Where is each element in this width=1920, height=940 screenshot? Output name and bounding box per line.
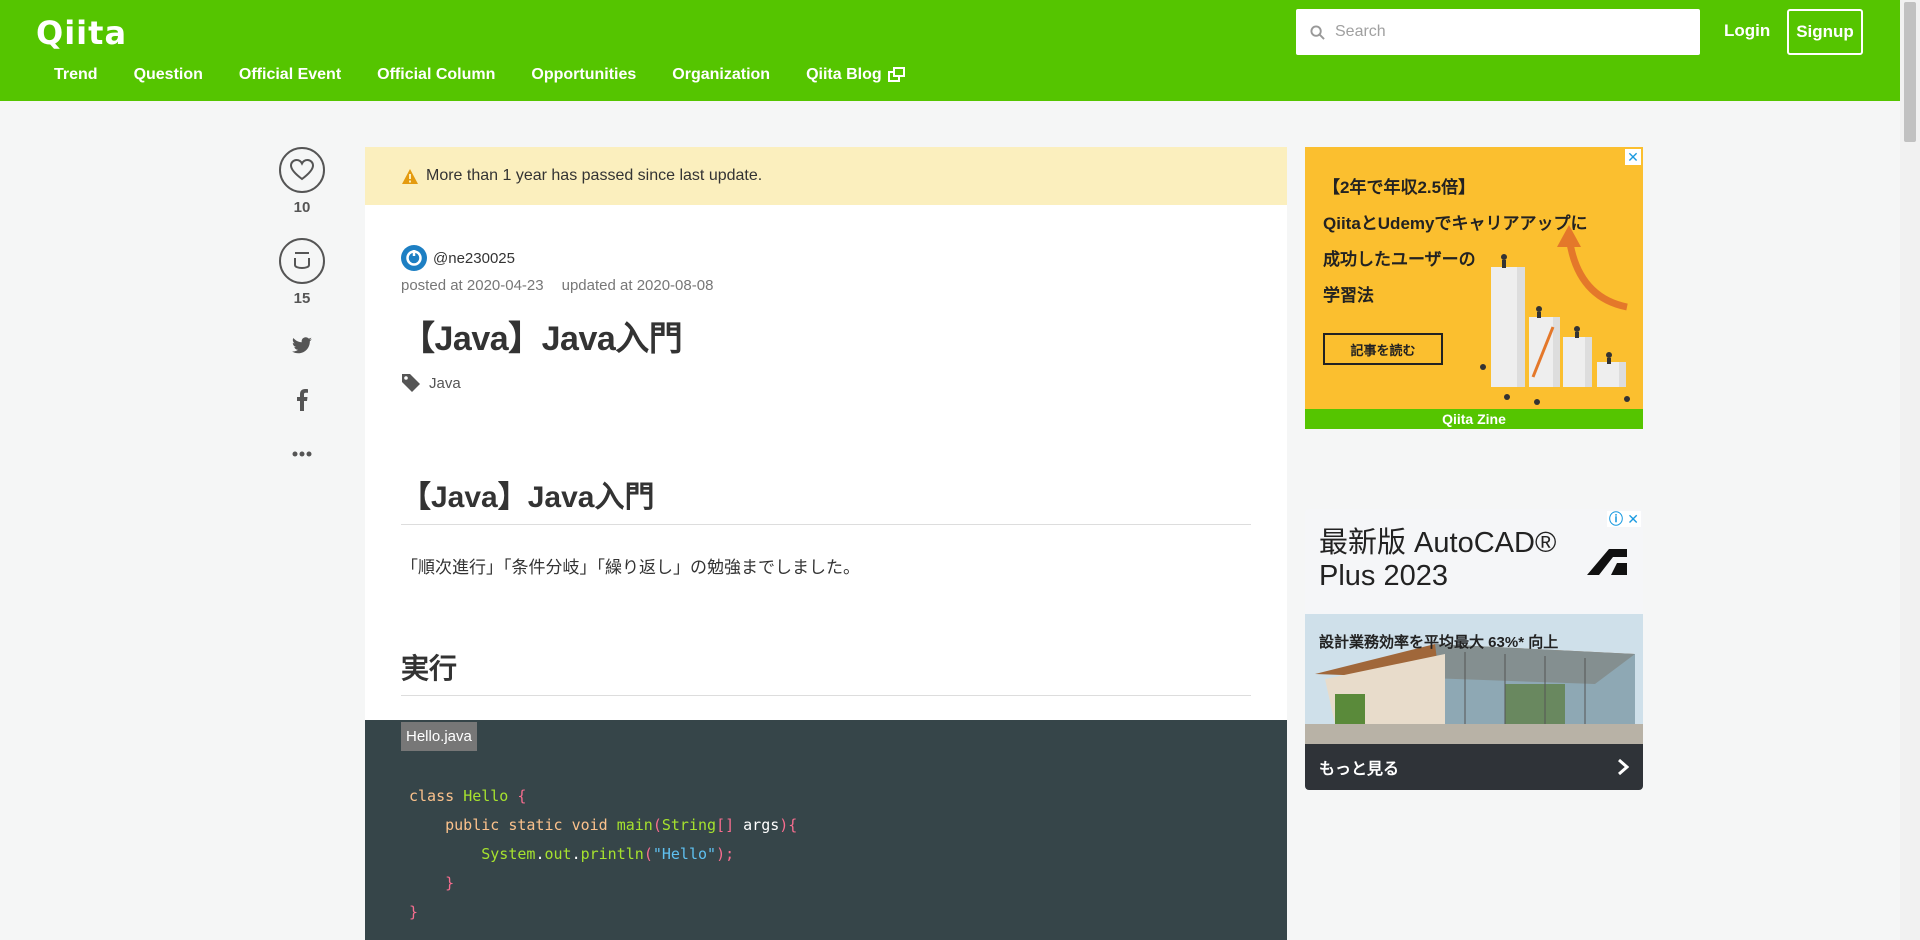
more-icon: [292, 451, 312, 457]
signup-button[interactable]: Signup: [1787, 9, 1863, 55]
code-content: class Hello { public static void main(St…: [409, 787, 798, 921]
tag-java[interactable]: Java: [429, 375, 461, 392]
tag-icon: [402, 374, 420, 392]
facebook-share[interactable]: [286, 384, 318, 416]
ad2-title-line1: 最新版 AutoCAD®: [1319, 527, 1557, 559]
ad1-read-button[interactable]: 記事を読む: [1323, 333, 1443, 365]
ad-close-icon[interactable]: ✕: [1625, 149, 1641, 165]
scrollbar-thumb[interactable]: [1904, 2, 1916, 142]
article-dates: posted at 2020-04-23 updated at 2020-08-0…: [401, 277, 713, 294]
ad1-line1: 【2年で年収2.5倍】: [1323, 178, 1476, 197]
code-filename: Hello.java: [401, 722, 477, 751]
search-input[interactable]: [1335, 23, 1675, 41]
autocad-ad[interactable]: 最新版 AutoCAD® Plus 2023 ⓘ ✕ 設計業務効率を平均最大 63…: [1305, 509, 1643, 790]
ad2-header: 最新版 AutoCAD® Plus 2023: [1305, 509, 1643, 614]
login-link[interactable]: Login: [1724, 21, 1770, 41]
qiita-zine-ad[interactable]: ✕ 【2年で年収2.5倍】 QiitaとUdemyでキャリアアップに 成功したユ…: [1305, 147, 1643, 429]
article-title: 【Java】Java入門: [401, 320, 683, 358]
ad2-subtitle: 設計業務効率を平均最大 63%* 向上: [1319, 634, 1559, 651]
nav-official-event[interactable]: Official Event: [221, 66, 359, 84]
notice-text: More than 1 year has passed since last u…: [426, 167, 763, 184]
stock-count: 15: [293, 290, 311, 307]
ad2-close-icon[interactable]: ✕: [1627, 511, 1639, 527]
nav-trend[interactable]: Trend: [36, 66, 116, 84]
autodesk-logo-icon: [1587, 549, 1627, 575]
nav-question[interactable]: Question: [116, 66, 221, 84]
ad1-illustration: [1480, 225, 1630, 405]
ad1-line3: 成功したユーザーの: [1323, 250, 1476, 269]
chevron-right-icon: [1618, 758, 1629, 776]
article: More than 1 year has passed since last u…: [365, 147, 1287, 940]
ad2-controls[interactable]: ⓘ ✕: [1607, 511, 1641, 527]
outdated-notice: More than 1 year has passed since last u…: [365, 147, 1287, 205]
like-count: 10: [293, 199, 311, 216]
stock-button[interactable]: [279, 238, 325, 284]
ad2-title-line2: Plus 2023: [1319, 560, 1448, 592]
external-link-icon: [887, 67, 905, 82]
updated-date: updated at 2020-08-08: [561, 277, 714, 294]
heart-icon: [290, 159, 314, 181]
global-nav: Trend Question Official Event Official C…: [36, 66, 924, 84]
like-button[interactable]: [279, 147, 325, 193]
qiita-logo[interactable]: Qiita: [36, 14, 127, 52]
adchoices-icon[interactable]: ⓘ: [1609, 511, 1623, 527]
stock-icon: [294, 252, 310, 269]
like-action: 10: [279, 147, 325, 216]
ad1-footer: Qiita Zine: [1305, 409, 1643, 429]
nav-official-column[interactable]: Official Column: [359, 66, 513, 84]
page-scrollbar[interactable]: [1900, 0, 1920, 940]
ad2-more-label: もっと見る: [1319, 761, 1400, 778]
avatar-icon: [406, 250, 422, 266]
section-heading: 【Java】Java入門: [401, 472, 1251, 525]
subsection-heading: 実行: [401, 647, 1251, 696]
warning-icon: [402, 168, 418, 184]
more-actions[interactable]: [286, 438, 318, 470]
article-paragraph: 「順次進行」「条件分岐」「繰り返し」の勉強までしました。: [401, 558, 860, 577]
tag-list: Java: [401, 373, 461, 393]
ad2-title: 最新版 AutoCAD® Plus 2023: [1319, 527, 1556, 593]
twitter-icon: [292, 337, 312, 354]
nav-qiita-blog-label: Qiita Blog: [806, 66, 882, 83]
nav-qiita-blog[interactable]: Qiita Blog: [788, 66, 924, 84]
ad1-line4: 学習法: [1323, 286, 1374, 305]
author-avatar[interactable]: [401, 245, 427, 271]
author[interactable]: @ne230025: [401, 245, 515, 271]
ad2-more-bar[interactable]: もっと見る: [1305, 744, 1643, 790]
author-name[interactable]: @ne230025: [433, 250, 515, 267]
stock-action: 15: [279, 238, 325, 307]
nav-opportunities[interactable]: Opportunities: [513, 66, 654, 84]
search-box[interactable]: [1296, 9, 1700, 55]
twitter-share[interactable]: [286, 330, 318, 362]
search-icon: [1310, 24, 1325, 40]
posted-date: posted at 2020-04-23: [401, 277, 544, 294]
nav-organization[interactable]: Organization: [654, 66, 788, 84]
code-block: Hello.java class Hello { public static v…: [365, 720, 1287, 940]
facebook-icon: [297, 389, 308, 411]
header: Qiita Login Signup Trend Question Offici…: [0, 0, 1900, 101]
